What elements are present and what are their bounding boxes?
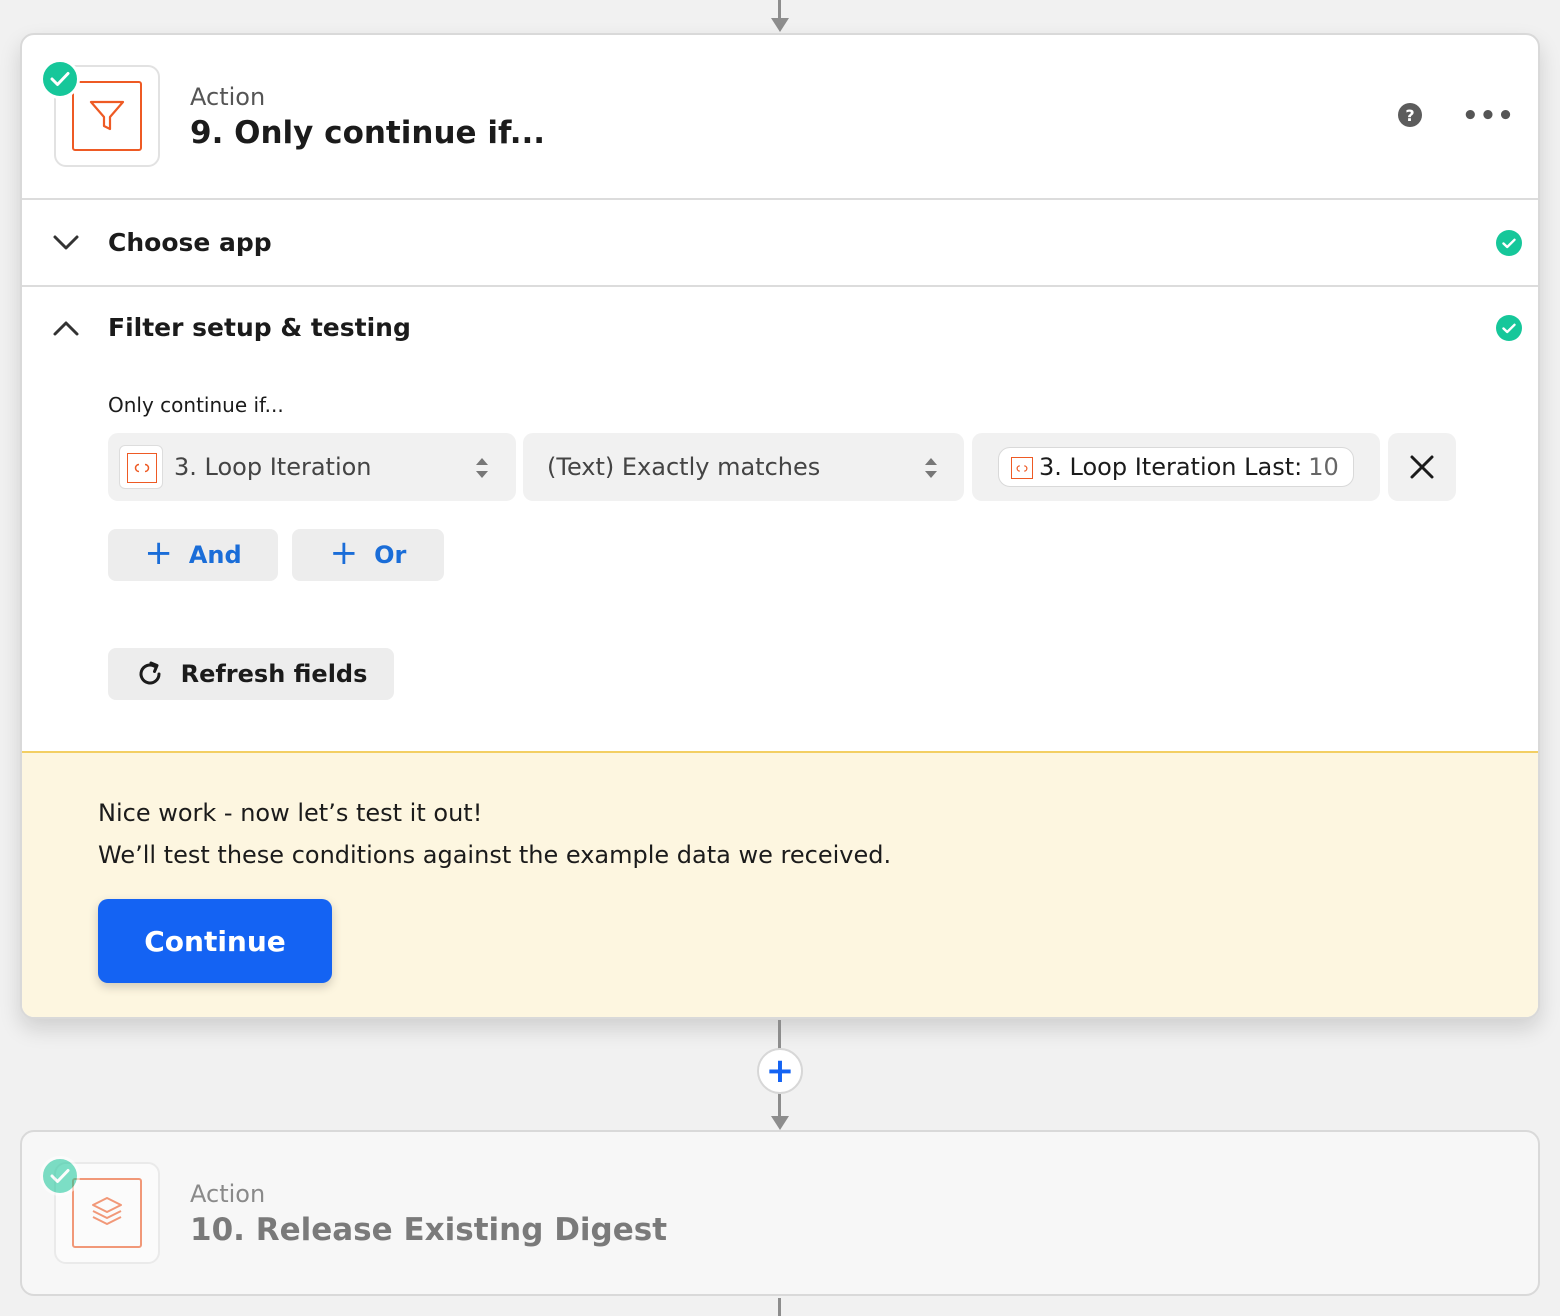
- step-9-type-label: Action: [190, 83, 266, 111]
- filter-condition-label: Only continue if...: [108, 393, 284, 417]
- section-choose-app-label: Choose app: [108, 228, 272, 257]
- filter-operator-value: (Text) Exactly matches: [547, 453, 821, 481]
- plus-icon: +: [144, 533, 173, 573]
- filter-setup-complete-check-icon: [1496, 315, 1522, 341]
- test-prompt-banner: Nice work - now let’s test it out! We’ll…: [22, 751, 1538, 1017]
- step-10-complete-check-icon: [40, 1156, 80, 1196]
- refresh-fields-label: Refresh fields: [180, 660, 368, 688]
- loop-iteration-last-pill[interactable]: 3. Loop Iteration Last: 10: [998, 447, 1354, 487]
- more-options-icon[interactable]: •••: [1462, 101, 1515, 131]
- pill-label: 3. Loop Iteration Last:: [1039, 453, 1303, 481]
- step-9-complete-check-icon: [40, 59, 80, 99]
- filter-operator-select[interactable]: (Text) Exactly matches: [523, 433, 964, 501]
- step-9-card: Action 9. Only continue if... ? ••• Choo…: [20, 33, 1540, 1019]
- section-choose-app[interactable]: Choose app: [22, 200, 1538, 286]
- add-and-condition-button[interactable]: + And: [108, 529, 278, 581]
- refresh-fields-button[interactable]: Refresh fields: [108, 648, 394, 700]
- stacked-layers-icon: [92, 1197, 122, 1225]
- loop-icon: [134, 463, 150, 473]
- chevron-up-icon: [53, 321, 79, 336]
- section-filter-setup-label: Filter setup & testing: [108, 313, 411, 342]
- pill-value: 10: [1308, 453, 1339, 481]
- add-or-condition-button[interactable]: + Or: [292, 529, 444, 581]
- continue-button[interactable]: Continue: [98, 899, 332, 983]
- choose-app-complete-check-icon: [1496, 230, 1522, 256]
- banner-heading: Nice work - now let’s test it out!: [98, 799, 483, 827]
- select-updown-icon: [476, 458, 488, 478]
- close-icon: [1410, 455, 1434, 479]
- step-10-type-label: Action: [190, 1180, 266, 1208]
- top-connector-arrow: [771, 18, 789, 32]
- filter-field-select[interactable]: 3. Loop Iteration: [108, 433, 516, 501]
- help-icon[interactable]: ?: [1398, 103, 1422, 127]
- filter-field-value: 3. Loop Iteration: [174, 453, 372, 481]
- select-updown-icon: [925, 458, 937, 478]
- funnel-icon: [89, 100, 125, 131]
- top-connector: [778, 0, 781, 20]
- loop-icon: [1011, 457, 1033, 479]
- step-10-title[interactable]: 10. Release Existing Digest: [190, 1212, 667, 1248]
- and-label: And: [188, 541, 242, 569]
- step-10-card[interactable]: Action 10. Release Existing Digest: [20, 1130, 1540, 1296]
- bottom-connector: [778, 1298, 781, 1316]
- section-filter-setup[interactable]: Filter setup & testing: [22, 287, 1538, 373]
- loop-app-icon: [119, 445, 163, 489]
- remove-condition-button[interactable]: [1388, 433, 1456, 501]
- filter-value-field[interactable]: 3. Loop Iteration Last: 10: [972, 433, 1380, 501]
- refresh-icon: [139, 661, 161, 685]
- add-step-button[interactable]: +: [757, 1048, 803, 1094]
- middle-connector-arrow: [771, 1116, 789, 1130]
- step-9-title[interactable]: 9. Only continue if...: [190, 115, 545, 151]
- chevron-down-icon: [53, 235, 79, 250]
- or-label: Or: [374, 541, 407, 569]
- plus-icon: +: [329, 533, 359, 573]
- banner-description: We’ll test these conditions against the …: [98, 841, 892, 869]
